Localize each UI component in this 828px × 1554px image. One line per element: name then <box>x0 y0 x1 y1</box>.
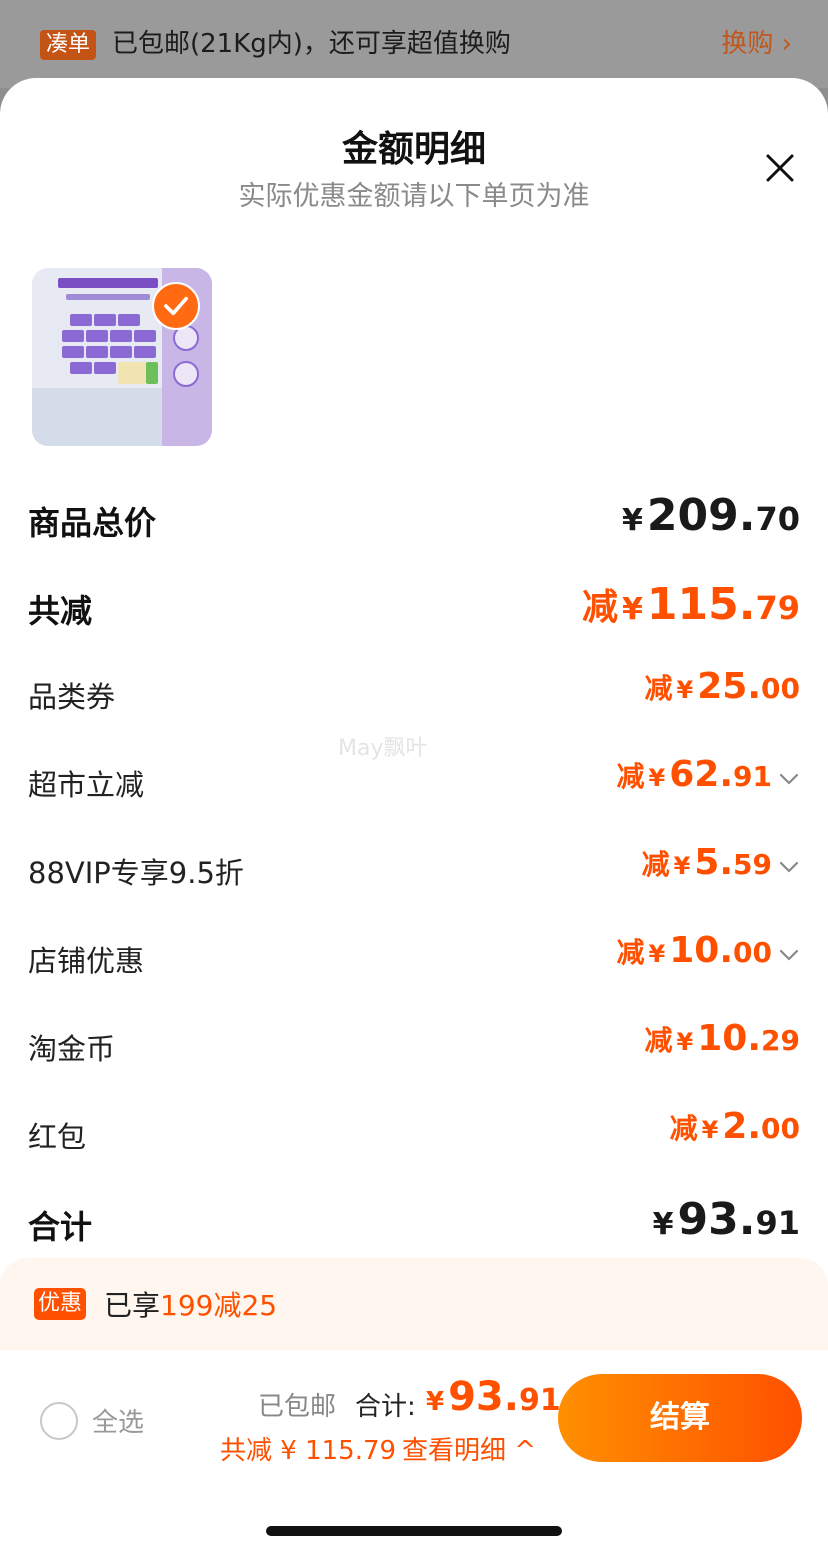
amount-int: 209. <box>646 490 756 541</box>
checkout-button[interactable]: 结算 <box>558 1374 802 1462</box>
discount-prefix: 减 <box>644 1024 673 1057</box>
currency-sign: ¥ <box>676 1028 694 1056</box>
currency-sign: ¥ <box>701 1116 719 1144</box>
amount-dec: 79 <box>755 589 800 627</box>
row-label: 合计 <box>28 1208 93 1246</box>
discount-prefix: 减 <box>616 760 645 793</box>
checkout-bar: 全选 已包邮 合计: ¥93. 91 共减 ¥ 115.79 查看明细 ^ 结算 <box>0 1350 828 1554</box>
amount-int: 62. <box>669 754 734 795</box>
promo-tag: 优惠 <box>34 1288 87 1320</box>
shipping-label: 已包邮 <box>258 1392 337 1422</box>
row-store-discount[interactable]: 店铺优惠 减 ¥10. 00 <box>0 926 828 986</box>
currency-sign: ¥ <box>676 676 694 704</box>
chevron-down-icon[interactable] <box>776 942 802 968</box>
currency-sign: ¥ <box>648 764 666 792</box>
row-grand-total: 合计 ¥93. 91 <box>0 1190 828 1250</box>
amount-int: 93. <box>448 1374 519 1420</box>
amount-dec: 91 <box>733 760 772 793</box>
discount-prefix: 减 <box>644 672 673 705</box>
amount-dec: 91 <box>755 1204 800 1242</box>
amount-int: 25. <box>697 666 762 707</box>
promo-prefix: 已享 <box>104 1289 161 1322</box>
amount-int: 2. <box>722 1106 762 1147</box>
swap-link[interactable]: 换购 › <box>721 26 792 62</box>
row-red-packet: 红包 减 ¥2. 00 <box>0 1102 828 1162</box>
currency-sign: ¥ <box>622 592 643 627</box>
amount-dec: 29 <box>761 1024 800 1057</box>
currency-sign: ¥ <box>622 503 643 538</box>
row-amount: 减 ¥115. 79 <box>582 578 800 630</box>
amount-detail-sheet: 金额明细 实际优惠金额请以下单页为准 商品总价 ¥209. 70 共减 减 ¥ … <box>0 78 828 1554</box>
total-label: 合计: <box>355 1392 416 1422</box>
sheet-title: 金额明细 <box>341 129 486 170</box>
promo-highlight: 199减25 <box>160 1289 278 1322</box>
row-amount: 减 ¥62. 91 <box>617 754 772 795</box>
promo-text: 已享199减25 <box>104 1284 277 1324</box>
amount-int: 115. <box>646 579 756 630</box>
select-all-radio[interactable] <box>40 1402 78 1440</box>
row-amount: 减 ¥10. 29 <box>645 1018 800 1059</box>
discount-prefix: 减 <box>641 848 670 881</box>
discount-prefix: 减 <box>582 587 619 628</box>
close-icon[interactable] <box>760 148 800 188</box>
row-taojinbi: 淘金币 减 ¥10. 29 <box>0 1014 828 1074</box>
sheet-subtitle: 实际优惠金额请以下单页为准 <box>238 181 590 212</box>
amount-dec: 00 <box>761 672 800 705</box>
coudan-tag: 凑单 <box>40 30 97 60</box>
amount-int: 93. <box>677 1194 756 1245</box>
top-banner: 凑单 已包邮(21Kg内)，还可享超值换购 换购 › <box>0 0 828 88</box>
checked-icon[interactable] <box>152 282 200 330</box>
promo-strip: 优惠 已享199减25 <box>0 1258 828 1350</box>
row-amount: 减 ¥2. 00 <box>670 1106 800 1147</box>
row-label: 品类券 <box>28 680 116 714</box>
row-label: 商品总价 <box>28 504 157 542</box>
row-88vip-discount[interactable]: 88VIP专享9.5折 减 ¥5. 59 <box>0 838 828 898</box>
row-label: 共减 <box>28 592 93 630</box>
row-label: 淘金币 <box>28 1032 116 1066</box>
row-label: 超市立减 <box>28 768 145 802</box>
amount-int: 10. <box>669 930 734 971</box>
row-label: 88VIP专享9.5折 <box>28 856 244 890</box>
total-amount: ¥93. 91 <box>426 1374 561 1420</box>
amount-dec: 59 <box>733 848 772 881</box>
amount-dec: 70 <box>755 500 800 538</box>
discount-prefix: 减 <box>616 936 645 969</box>
row-amount: 减 ¥10. 00 <box>617 930 772 971</box>
chevron-down-icon[interactable] <box>776 766 802 792</box>
currency-sign: ¥ <box>426 1387 445 1417</box>
amount-dec: 00 <box>733 936 772 969</box>
select-all-label[interactable]: 全选 <box>92 1402 144 1439</box>
amount-int: 5. <box>694 842 734 883</box>
watermark: May飘叶 <box>338 736 428 761</box>
row-amount: ¥209. 70 <box>622 490 800 541</box>
chevron-down-icon[interactable] <box>776 854 802 880</box>
discount-prefix: 减 <box>669 1112 698 1145</box>
row-amount: ¥93. 91 <box>653 1194 800 1245</box>
amount-dec: 91 <box>518 1383 561 1418</box>
row-label: 店铺优惠 <box>28 944 145 978</box>
savings-summary: 共减 ¥ 115.79 <box>220 1436 397 1466</box>
home-indicator[interactable] <box>266 1526 562 1536</box>
currency-sign: ¥ <box>673 852 691 880</box>
row-goods-total: 商品总价 ¥209. 70 <box>0 486 828 546</box>
row-total-discount: 共减 减 ¥115. 79 <box>0 574 828 634</box>
row-amount: 减 ¥5. 59 <box>642 842 772 883</box>
view-detail-link[interactable]: 查看明细 ^ <box>402 1430 536 1467</box>
currency-sign: ¥ <box>652 1207 674 1242</box>
row-category-coupon: 品类券 减 ¥25. 00 <box>0 662 828 722</box>
amount-int: 10. <box>697 1018 762 1059</box>
amount-dec: 00 <box>761 1112 800 1145</box>
row-amount: 减 ¥25. 00 <box>645 666 800 707</box>
row-label: 红包 <box>28 1120 87 1154</box>
currency-sign: ¥ <box>648 940 666 968</box>
shipping-message: 已包邮(21Kg内)，还可享超值换购 <box>112 29 511 59</box>
